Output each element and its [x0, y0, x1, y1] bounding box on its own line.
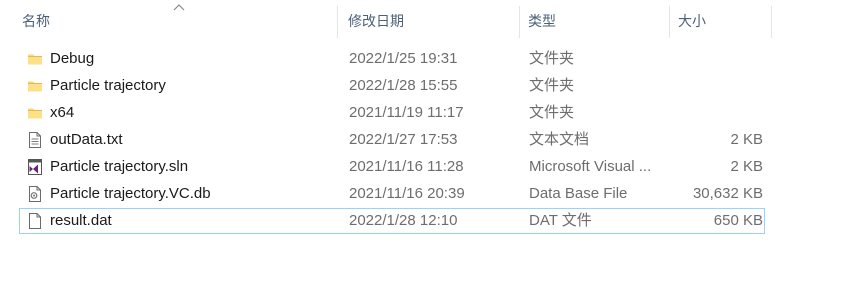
column-header-name[interactable]: 名称: [22, 0, 337, 42]
column-separator[interactable]: [771, 6, 772, 38]
folder-icon: [26, 50, 44, 68]
folder-icon: [26, 104, 44, 122]
file-size: 2 KB: [730, 131, 763, 148]
column-separator[interactable]: [337, 6, 338, 38]
file-name: x64: [50, 104, 75, 121]
file-name: Particle trajectory: [50, 77, 166, 94]
file-type: 文件夹: [529, 104, 575, 121]
file-size: [665, 101, 763, 125]
file-row[interactable]: Particle trajectory.VC.db 2021/11/16 20:3…: [19, 181, 765, 207]
file-row[interactable]: outData.txt 2022/1/27 17:53 文本文档 2 KB: [19, 127, 765, 153]
file-name: Particle trajectory.VC.db: [50, 185, 211, 202]
file-size: [665, 74, 763, 98]
file-row[interactable]: Particle trajectory 2022/1/28 15:55 文件夹: [19, 73, 765, 99]
column-header-date-modified[interactable]: 修改日期: [348, 0, 518, 42]
file-size: 30,632 KB: [692, 185, 763, 202]
file-type: 文件夹: [529, 77, 575, 94]
file-date-modified: 2022/1/28 15:55: [349, 77, 458, 94]
file-row[interactable]: Debug 2022/1/25 19:31 文件夹: [19, 46, 765, 72]
blank-file-icon: [26, 212, 44, 230]
file-date-modified: 2022/1/27 17:53: [349, 131, 458, 148]
column-header-row: 名称 修改日期 类型 大小: [0, 0, 857, 42]
file-type: Microsoft Visual ...: [529, 158, 652, 175]
file-date-modified: 2021/11/16 11:28: [349, 158, 464, 175]
file-type: DAT 文件: [529, 212, 592, 229]
file-size: 2 KB: [730, 158, 763, 175]
column-header-size[interactable]: 大小: [678, 0, 768, 42]
file-row[interactable]: Particle trajectory.sln 2021/11/16 11:28 M…: [19, 154, 765, 180]
column-separator[interactable]: [519, 6, 520, 38]
file-type: Data Base File: [529, 185, 628, 202]
file-date-modified: 2022/1/25 19:31: [349, 50, 458, 67]
file-row[interactable]: result.dat 2022/1/28 12:10 DAT 文件 650 KB: [19, 208, 765, 234]
file-date-modified: 2021/11/19 11:17: [349, 104, 464, 121]
file-type: 文本文档: [529, 131, 590, 148]
file-name: result.dat: [50, 212, 112, 229]
column-separator[interactable]: [669, 6, 670, 38]
visual-studio-solution-icon: [26, 158, 44, 176]
file-row[interactable]: x64 2021/11/19 11:17 文件夹: [19, 100, 765, 126]
database-file-icon: [26, 185, 44, 203]
file-date-modified: 2022/1/28 12:10: [349, 212, 458, 229]
folder-icon: [26, 77, 44, 95]
text-file-icon: [26, 131, 44, 149]
file-name: Debug: [50, 50, 95, 67]
file-name: Particle trajectory.sln: [50, 158, 189, 175]
file-date-modified: 2021/11/16 20:39: [349, 185, 465, 202]
file-explorer-list: 名称 修改日期 类型 大小 Debug 2022/1/25 19:31 文件夹 Par…: [0, 0, 857, 286]
column-header-type[interactable]: 类型: [528, 0, 668, 42]
file-size: 650 KB: [713, 212, 763, 229]
file-size: [665, 47, 763, 71]
file-type: 文件夹: [529, 50, 575, 67]
file-name: outData.txt: [50, 131, 123, 148]
